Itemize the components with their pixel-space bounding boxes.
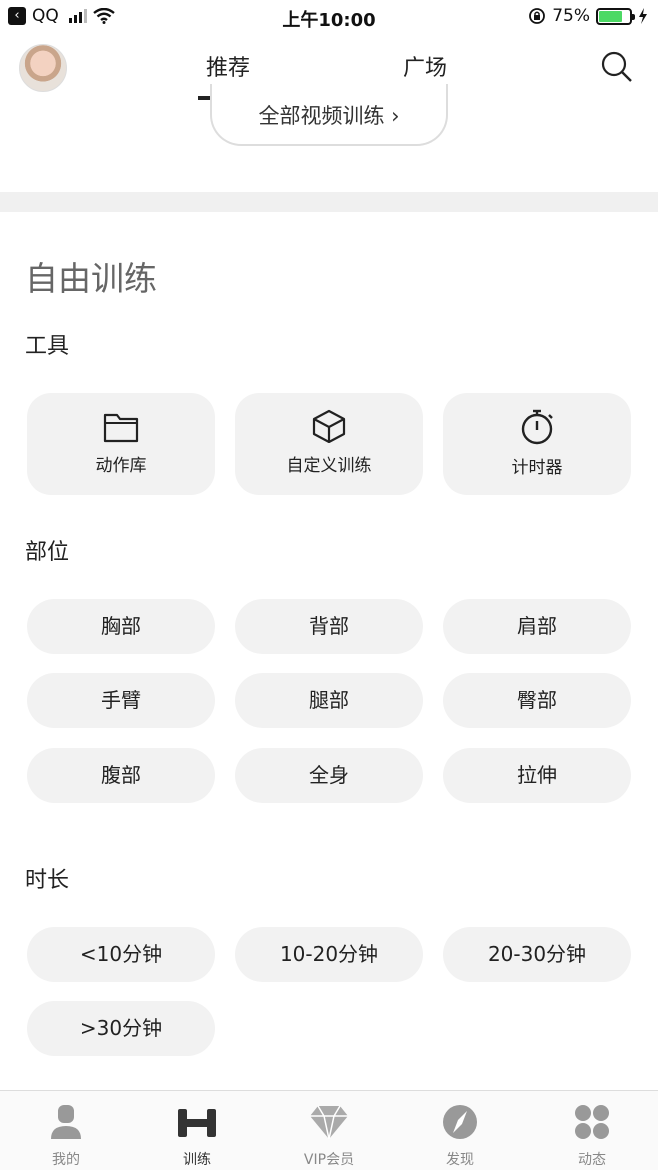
duration-20-30[interactable]: 20-30分钟 [443,927,631,982]
tools-label: 工具 [25,334,70,359]
tool-exercise-library[interactable]: 动作库 [27,393,215,495]
free-training-title: 自由训练 [25,259,157,298]
person-icon [51,1105,81,1139]
nav-mine[interactable]: 我的 [0,1091,132,1170]
dumbbell-icon [178,1109,216,1137]
rotation-lock-icon [529,8,546,24]
status-bar: ‹ QQ 上午10:00 75% [0,0,658,36]
tool-label: 动作库 [95,456,147,476]
nav-label: 我的 [52,1152,80,1168]
body-part-legs[interactable]: 腿部 [235,673,423,728]
tab-square[interactable]: 广场 [403,50,447,82]
status-right: 75% [528,6,648,26]
battery-icon [596,7,635,25]
nav-label: 训练 [183,1152,211,1168]
nav-vip[interactable]: VIP会员 [263,1091,395,1170]
nav-training[interactable]: 训练 [131,1091,263,1170]
tool-label: 自定义训练 [286,456,372,476]
body-part-back[interactable]: 背部 [235,599,423,654]
nav-feed[interactable]: 动态 [526,1091,658,1170]
battery-fill [599,10,622,22]
tool-timer[interactable]: 计时器 [443,393,631,495]
tab-recommend[interactable]: 推荐 [206,50,250,82]
avatar[interactable] [19,44,67,92]
nav-label: 动态 [578,1152,606,1168]
stopwatch-icon [521,409,553,445]
nav-label: VIP会员 [303,1152,355,1168]
body-part-abs[interactable]: 腹部 [27,748,215,803]
tool-label: 计时器 [511,458,563,478]
diamond-icon [310,1105,348,1140]
body-part-full-body[interactable]: 全身 [235,748,423,803]
body-part-chest[interactable]: 胸部 [27,599,215,654]
duration-over-30[interactable]: >30分钟 [27,1001,215,1056]
compass-icon [443,1105,477,1139]
body-part-arms[interactable]: 手臂 [27,673,215,728]
body-part-shoulders[interactable]: 肩部 [443,599,631,654]
bottom-nav: 我的 训练 VIP会员 发现 动态 [0,1090,658,1170]
search-icon[interactable] [600,50,634,84]
nav-discover[interactable]: 发现 [394,1091,526,1170]
folder-icon [103,413,139,443]
body-parts-label: 部位 [25,540,70,565]
tool-custom-training[interactable]: 自定义训练 [235,393,423,495]
section-divider [0,192,658,212]
nav-label: 发现 [446,1152,474,1168]
battery-percent: 75% [552,6,590,26]
body-part-stretch[interactable]: 拉伸 [443,748,631,803]
charging-icon [639,8,647,24]
all-videos-button[interactable]: 全部视频训练 › [210,84,448,146]
duration-under-10[interactable]: <10分钟 [27,927,215,982]
cube-icon [312,409,346,444]
body-part-glutes[interactable]: 臀部 [443,673,631,728]
grid-dots-icon [575,1105,609,1139]
duration-label: 时长 [25,868,70,893]
duration-10-20[interactable]: 10-20分钟 [235,927,423,982]
